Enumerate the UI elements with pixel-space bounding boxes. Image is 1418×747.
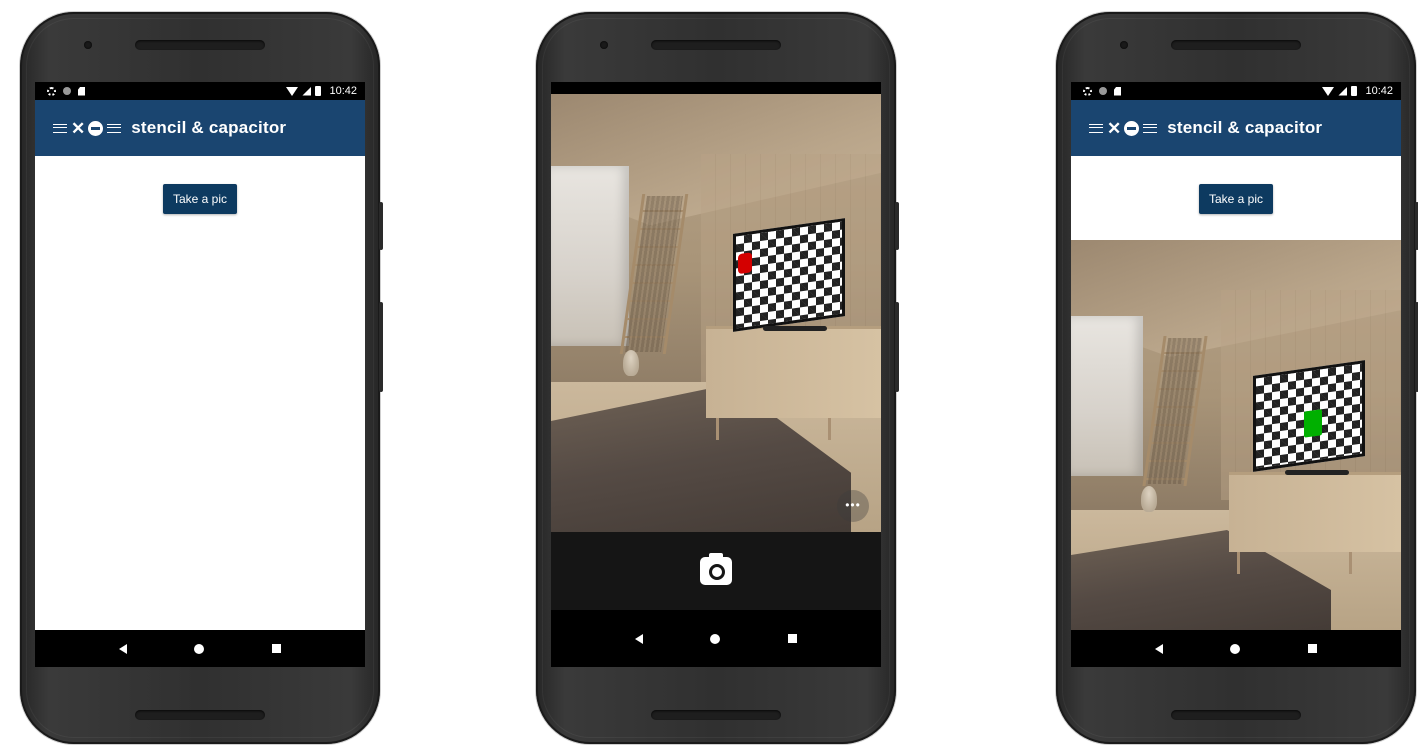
tv-checkerboard [1253,360,1365,472]
signal-icon [1338,86,1348,96]
wifi-icon [1322,86,1335,96]
home-icon[interactable] [194,643,205,654]
navigation-bar [1071,630,1401,667]
bottom-speaker [651,710,781,720]
red-marker [738,252,752,275]
app-toolbar: ✕ stencil & capacitor [1071,100,1401,156]
stencil-logo-icon: ✕ [1089,120,1158,137]
navigation-bar [551,610,881,667]
phone-1: 10:42 ✕ stencil & capacitor Take a pic [20,12,383,744]
take-pic-button[interactable]: Take a pic [163,184,237,214]
navigation-bar [35,630,365,667]
status-time: 10:42 [329,85,357,97]
captured-photo [1071,240,1401,630]
home-icon[interactable] [1230,643,1241,654]
recents-icon[interactable] [272,644,282,653]
battery-icon [1351,86,1358,96]
sd-card-icon [78,86,85,96]
app-title: stencil & capacitor [131,118,287,137]
front-camera [1120,41,1128,49]
sd-card-icon [1114,86,1121,96]
app-toolbar: ✕ stencil & capacitor [35,100,365,156]
take-pic-button[interactable]: Take a pic [1199,184,1273,214]
screenshot-collage: 10:42 ✕ stencil & capacitor Take a pic •… [0,0,1418,747]
bottom-speaker [135,710,265,720]
status-bar: 10:42 [1071,82,1401,100]
front-camera [84,41,92,49]
page-content: Take a pic [35,156,365,630]
screen: 10:42 ✕ stencil & capacitor Take a pic [35,82,365,667]
phone-3: 10:42 ✕ stencil & capacitor Take a pic [1056,12,1418,744]
screen: 10:42 ✕ stencil & capacitor Take a pic [1071,82,1401,667]
volume-button [379,302,383,392]
window [551,166,629,346]
power-button [895,202,899,250]
volume-button [895,302,899,392]
front-camera [600,41,608,49]
recents-icon[interactable] [1308,644,1318,653]
earpiece-speaker [651,40,781,50]
tv-cabinet [1229,472,1401,574]
settings-icon [1083,86,1092,96]
home-icon[interactable] [710,633,721,644]
camera-viewfinder: ••• [551,94,881,532]
earpiece-speaker [1171,40,1301,50]
back-icon[interactable] [634,633,643,644]
back-icon[interactable] [1154,643,1163,654]
bottom-speaker [1171,710,1301,720]
cat-figure [1141,486,1157,512]
wifi-icon [286,86,299,96]
recents-icon[interactable] [788,634,798,643]
page-content: Take a pic [1071,156,1401,630]
camera-shutter-icon[interactable] [700,553,732,585]
earpiece-speaker [135,40,265,50]
settings-icon [47,86,56,96]
phone-2: ••• [536,12,899,744]
status-bar: 10:42 [35,82,365,100]
signal-icon [302,86,312,96]
window [1071,316,1143,476]
more-options-button[interactable]: ••• [837,490,869,522]
green-marker [1304,409,1322,438]
battery-icon [315,86,322,96]
status-time: 10:42 [1365,85,1393,97]
power-button [379,202,383,250]
stencil-logo-icon: ✕ [53,120,122,137]
camera-controls [551,532,881,610]
circle-icon [1099,87,1107,95]
tv-cabinet [706,326,881,440]
camera-screen: ••• [551,82,881,667]
circle-icon [63,87,71,95]
app-title: stencil & capacitor [1167,118,1323,137]
back-icon[interactable] [118,643,127,654]
tv-checkerboard [733,218,845,332]
cat-figure [623,350,639,376]
